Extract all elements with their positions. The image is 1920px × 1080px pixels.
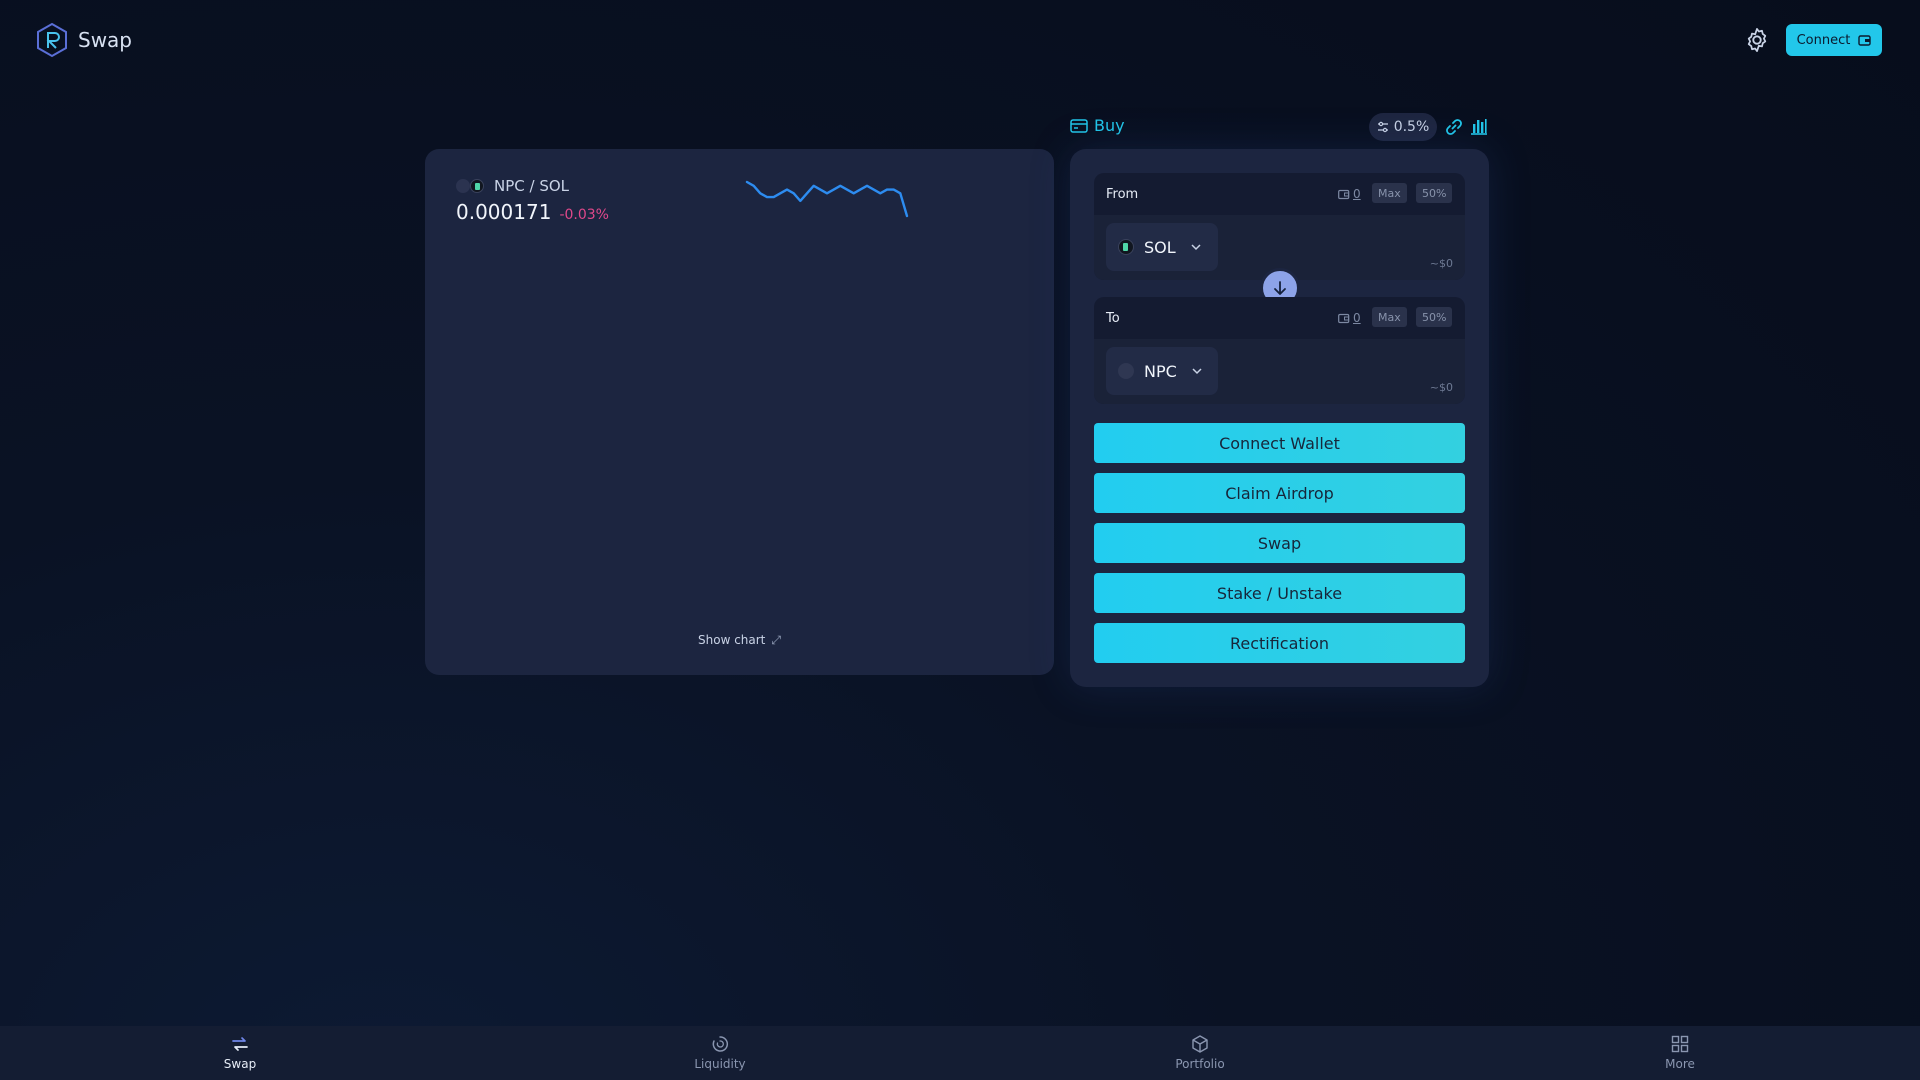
from-label: From [1106,187,1139,202]
sol-token-icon [470,179,484,193]
nav-label-swap: Swap [223,1057,257,1071]
to-token-name: NPC [1144,361,1177,381]
npc-token-icon [456,179,470,193]
npc-token-icon [1118,363,1134,379]
from-balance-value: 0 [1353,187,1361,201]
nav-label-portfolio: Portfolio [1175,1057,1225,1071]
from-token-select[interactable]: SOL [1106,223,1218,271]
settings-gear-icon[interactable] [1743,26,1771,54]
connect-button[interactable]: Connect [1786,24,1882,56]
nav-item-swap[interactable]: Swap [180,1034,300,1071]
from-usd-value: ~$0 [1429,257,1453,270]
liquidity-icon [712,1036,729,1052]
nav-item-more[interactable]: More [1620,1034,1740,1071]
to-input-area[interactable]: NPC ~$0 [1094,339,1465,404]
slippage-button[interactable]: 0.5% [1369,113,1437,141]
swap-button[interactable]: Swap [1094,523,1465,563]
app-title: Swap [78,28,133,52]
claim-airdrop-button[interactable]: Claim Airdrop [1094,473,1465,513]
slippage-value: 0.5% [1393,119,1430,135]
rectification-button[interactable]: Rectification [1094,623,1465,663]
wallet-icon [1338,189,1350,199]
chevron-down-icon [1191,244,1201,251]
nav-label-liquidity: Liquidity [694,1057,746,1071]
credit-card-icon [1070,118,1088,133]
nav-item-portfolio[interactable]: Portfolio [1140,1034,1260,1071]
share-link-icon[interactable] [1445,118,1463,136]
logo-icon [37,22,67,58]
from-balance[interactable]: 0 [1338,187,1361,201]
pair-label: NPC / SOL [494,177,570,195]
price-change: -0.03% [559,207,609,223]
to-half-button[interactable]: 50% [1416,307,1453,327]
grid-icon [1671,1035,1689,1053]
nav-label-more: More [1665,1057,1695,1071]
to-balance-value: 0 [1353,311,1361,325]
to-usd-value: ~$0 [1429,381,1453,394]
sliders-icon [1377,121,1388,133]
stake-unstake-button[interactable]: Stake / Unstake [1094,573,1465,613]
logo[interactable]: Swap [36,22,132,58]
wallet-icon [1858,35,1872,46]
arrow-down-icon [1274,281,1286,295]
from-half-button[interactable]: 50% [1416,183,1453,203]
buy-link[interactable]: Buy [1070,116,1125,135]
to-token-select[interactable]: NPC [1106,347,1218,395]
from-token-name: SOL [1144,237,1176,257]
pair-token-icons [456,179,486,193]
buy-label: Buy [1094,116,1125,135]
nav-item-liquidity[interactable]: Liquidity [660,1034,780,1071]
chart-bars-icon[interactable] [1470,117,1488,135]
to-token-box: To 0 Max 50% NPC ~$0 [1094,297,1465,404]
pair-header: NPC / SOL [456,177,569,195]
swap-panel: From 0 Max 50% SOL ~$0 To 0 Max 50% NPC … [1070,149,1489,687]
swap-icon [232,1037,248,1051]
top-bar: Swap Connect [0,0,1920,80]
portfolio-icon [1192,1035,1208,1053]
pair-price: 0.000171 [456,200,552,224]
from-max-button[interactable]: Max [1372,183,1407,203]
connect-wallet-button[interactable]: Connect Wallet [1094,423,1465,463]
sol-token-icon [1118,239,1134,255]
show-chart-label: Show chart [698,633,766,647]
bottom-nav: Swap Liquidity Portfolio More [0,1026,1920,1080]
price-sparkline [745,180,909,218]
to-label: To [1106,311,1120,326]
price-chart-panel: NPC / SOL 0.000171 -0.03% Show chart ⤢ [425,149,1054,675]
to-balance[interactable]: 0 [1338,311,1361,325]
connect-button-label: Connect [1796,32,1851,48]
expand-icon: ⤢ [771,633,781,647]
show-chart-button[interactable]: Show chart ⤢ [425,633,1054,648]
to-max-button[interactable]: Max [1372,307,1407,327]
wallet-icon [1338,313,1350,323]
from-token-box: From 0 Max 50% SOL ~$0 [1094,173,1465,280]
price-row: 0.000171 -0.03% [456,200,609,224]
chevron-down-icon [1192,368,1202,375]
sparkline-series [745,180,909,218]
